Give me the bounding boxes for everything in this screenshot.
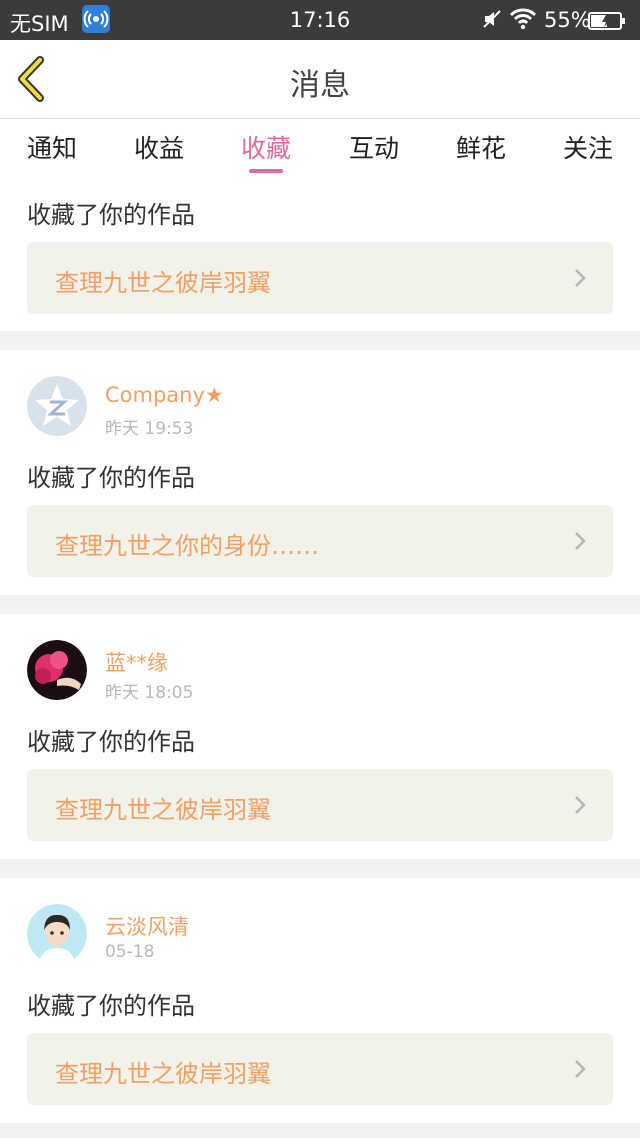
- work-title: 查理九世之彼岸羽翼: [55, 269, 271, 297]
- work-title: 查理九世之彼岸羽翼: [55, 796, 271, 824]
- status-bar: 无SIM 17:16 55%: [0, 0, 640, 40]
- wifi-icon: [509, 8, 537, 30]
- header: 消息: [0, 40, 640, 119]
- page-title: 消息: [290, 68, 350, 103]
- qzone-avatar-icon[interactable]: [27, 376, 87, 436]
- tab-favorites[interactable]: 收藏: [216, 129, 316, 165]
- action-text: 收藏了你的作品: [27, 992, 195, 1020]
- chevron-right-icon: [573, 794, 587, 816]
- list-item: 云淡风清 05-18 收藏了你的作品 查理九世之彼岸羽翼: [0, 878, 640, 1123]
- tab-earnings[interactable]: 收益: [109, 129, 209, 165]
- user-name[interactable]: Company★: [105, 383, 224, 407]
- list-item: 收藏了你的作品 查理九世之彼岸羽翼: [0, 181, 640, 331]
- tab-notifications[interactable]: 通知: [2, 129, 102, 165]
- chevron-right-icon: [573, 530, 587, 552]
- timestamp: 昨天 19:53: [105, 419, 194, 439]
- tab-interactions[interactable]: 互动: [324, 129, 424, 165]
- work-link[interactable]: 查理九世之彼岸羽翼: [27, 1033, 613, 1105]
- work-link[interactable]: 查理九世之彼岸羽翼: [27, 242, 613, 314]
- work-title: 查理九世之你的身份……: [55, 532, 319, 560]
- list-item: 蓝**缘 昨天 18:05 收藏了你的作品 查理九世之彼岸羽翼: [0, 614, 640, 859]
- timestamp: 昨天 18:05: [105, 683, 194, 703]
- list-item: Company★ 昨天 19:53 收藏了你的作品 查理九世之你的身份……: [0, 350, 640, 595]
- battery-charging-icon: [588, 11, 626, 30]
- active-tab-indicator: [249, 169, 283, 173]
- action-text: 收藏了你的作品: [27, 201, 195, 229]
- timestamp: 05-18: [105, 942, 155, 962]
- battery-percent: 55%: [544, 8, 591, 32]
- action-text: 收藏了你的作品: [27, 464, 195, 492]
- work-link[interactable]: 查理九世之你的身份……: [27, 505, 613, 577]
- tab-following[interactable]: 关注: [538, 129, 638, 165]
- work-title: 查理九世之彼岸羽翼: [55, 1060, 271, 1088]
- cartoon-avatar-icon[interactable]: [27, 904, 87, 964]
- flower-avatar-icon[interactable]: [27, 640, 87, 700]
- user-name[interactable]: 蓝**缘: [105, 647, 168, 677]
- tab-bar: 通知 收益 收藏 互动 鲜花 关注: [0, 119, 640, 181]
- tab-flowers[interactable]: 鲜花: [431, 129, 531, 165]
- work-link[interactable]: 查理九世之彼岸羽翼: [27, 769, 613, 841]
- chevron-right-icon: [573, 1058, 587, 1080]
- user-name[interactable]: 云淡风清: [105, 911, 189, 941]
- mute-icon: [482, 9, 502, 29]
- chevron-right-icon: [573, 267, 587, 289]
- action-text: 收藏了你的作品: [27, 728, 195, 756]
